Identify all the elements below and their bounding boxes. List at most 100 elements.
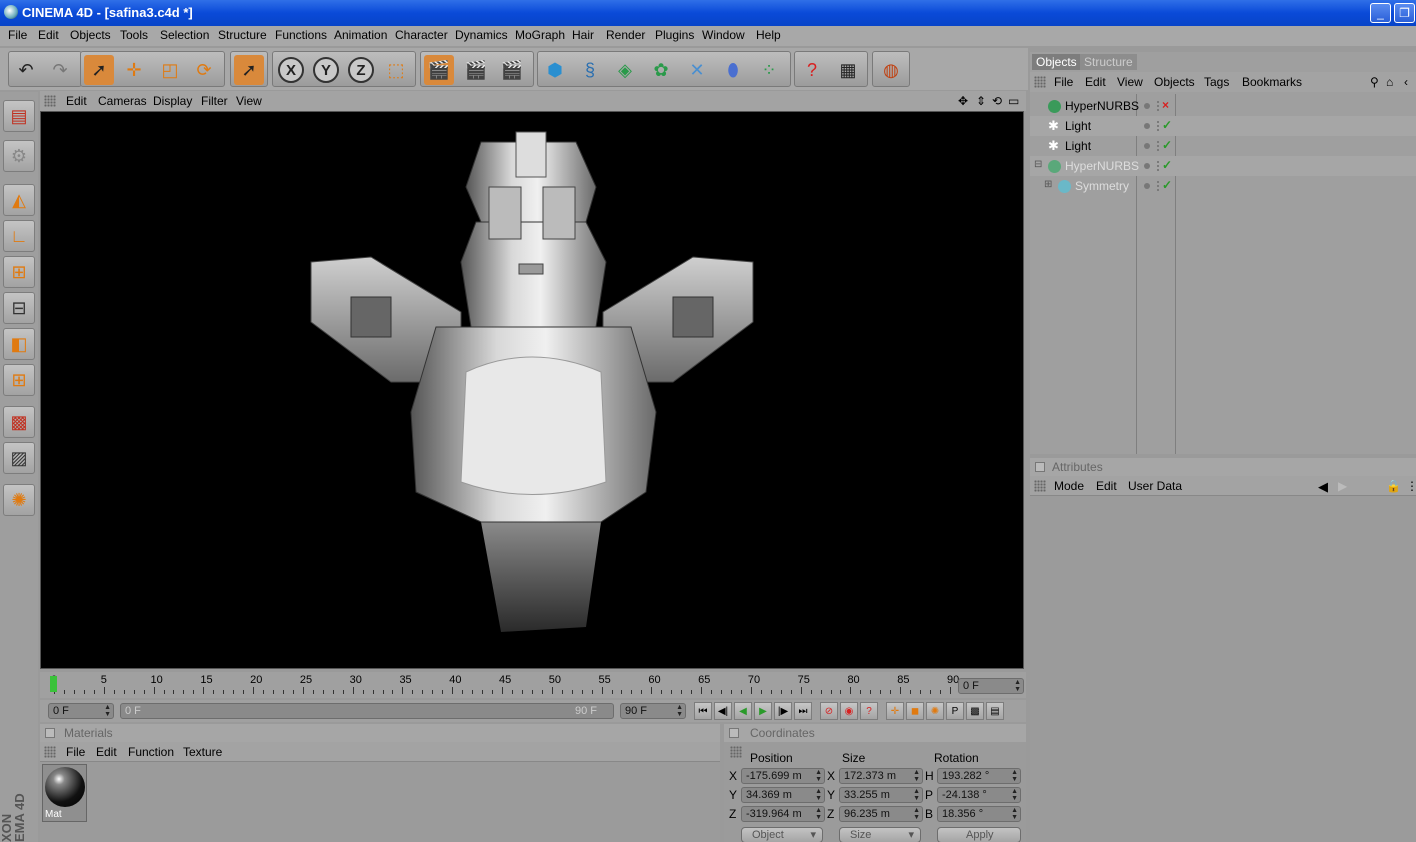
viewport-menu-display[interactable]: Display (153, 94, 192, 108)
tree-row[interactable]: ⊟ HyperNURBS ✓ (1030, 156, 1416, 176)
autokey-icon[interactable]: ◉ (840, 702, 858, 720)
render-view-icon[interactable]: 🎬 (424, 55, 454, 85)
cube-primitive-icon[interactable]: ⬢ (540, 55, 570, 85)
tab-objects[interactable]: Objects (1032, 54, 1081, 70)
materials-menu-texture[interactable]: Texture (183, 745, 222, 759)
apply-button[interactable]: Apply (937, 827, 1021, 842)
grip-icon[interactable] (730, 746, 742, 758)
range-end-field[interactable]: 90 F ▲ ▼ (620, 703, 686, 719)
key-scale-icon[interactable]: ◼ (906, 702, 924, 720)
panel-checkbox[interactable] (45, 728, 55, 738)
materials-menu-file[interactable]: File (66, 745, 85, 759)
attributes-menu-mode[interactable]: Mode (1054, 479, 1084, 493)
viewport-menu-edit[interactable]: Edit (66, 94, 87, 108)
menu-structure[interactable]: Structure (218, 28, 267, 42)
grip-icon[interactable] (44, 95, 56, 107)
visibility-dot[interactable] (1144, 163, 1150, 169)
layout-icon[interactable]: ▤ (3, 100, 35, 132)
edges-mode-icon[interactable]: ⊟ (3, 292, 35, 324)
menu-objects[interactable]: Objects (70, 28, 111, 42)
lock-x-icon[interactable]: X (276, 55, 306, 85)
tree-row[interactable]: ✱ Light ✓ (1030, 116, 1416, 136)
menu-mograph[interactable]: MoGraph (515, 28, 565, 42)
menu-plugins[interactable]: Plugins (655, 28, 694, 42)
key-position-icon[interactable]: ✛ (886, 702, 904, 720)
help-icon[interactable]: ? (797, 55, 827, 85)
menu-window[interactable]: Window (702, 28, 745, 42)
grip-icon[interactable] (1034, 76, 1046, 88)
forward-arrow-icon[interactable]: ▶ (1338, 479, 1347, 493)
step-back-icon[interactable]: ◀| (714, 702, 732, 720)
record-icon[interactable]: ⊘ (820, 702, 838, 720)
viewport-maximize-icon[interactable]: ▭ (1008, 94, 1019, 108)
menu-selection[interactable]: Selection (160, 28, 209, 42)
step-forward-icon[interactable]: |▶ (774, 702, 792, 720)
key-param-icon[interactable]: P (946, 702, 964, 720)
rotate-icon[interactable]: ⟳ (189, 55, 219, 85)
scene-icon[interactable]: ⬮ (718, 55, 748, 85)
tree-row[interactable]: ✱ Light ✓ (1030, 136, 1416, 156)
render-dots[interactable] (1156, 100, 1160, 112)
keyframe-help-icon[interactable]: ? (860, 702, 878, 720)
objects-menu-objects[interactable]: Objects (1154, 75, 1195, 89)
lock-icon[interactable]: 🔒 (1386, 479, 1401, 493)
polygons-mode-icon[interactable]: ◧ (3, 328, 35, 360)
restore-button[interactable]: ❐ (1394, 3, 1415, 23)
goto-end-icon[interactable]: ⏭ (794, 702, 812, 720)
checker-icon[interactable]: ▩ (3, 406, 35, 438)
render-dots[interactable] (1156, 140, 1160, 152)
objects-menu-bookmarks[interactable]: Bookmarks (1242, 75, 1302, 89)
tab-structure[interactable]: Structure (1080, 54, 1137, 70)
visibility-dot[interactable] (1144, 123, 1150, 129)
rotation-p-field[interactable]: -24.138 ° ▲ ▼ (937, 787, 1021, 803)
render-settings-icon[interactable]: 🎬 (497, 55, 527, 85)
objects-menu-edit[interactable]: Edit (1085, 75, 1106, 89)
enabled-check-icon[interactable]: ✓ (1162, 178, 1172, 192)
3d-viewport[interactable] (40, 111, 1024, 669)
menu-animation[interactable]: Animation (334, 28, 387, 42)
position-x-field[interactable]: -175.699 m ▲ ▼ (741, 768, 825, 784)
scale-icon[interactable]: ◰ (155, 55, 185, 85)
deformer-icon[interactable]: ✕ (682, 55, 712, 85)
lock-y-icon[interactable]: Y (311, 55, 341, 85)
render-picture-viewer-icon[interactable]: 🎬 (461, 55, 491, 85)
range-slider[interactable]: 0 F 90 F (120, 703, 614, 719)
minimize-button[interactable]: _ (1370, 3, 1391, 23)
visibility-dot[interactable] (1144, 103, 1150, 109)
rotation-b-field[interactable]: 18.356 ° ▲ ▼ (937, 806, 1021, 822)
materials-menu-edit[interactable]: Edit (96, 745, 117, 759)
search-icon[interactable]: ⚲ (1370, 75, 1379, 89)
redo-icon[interactable]: ↷ (45, 55, 75, 85)
objects-menu-file[interactable]: File (1054, 75, 1073, 89)
undo-icon[interactable]: ↶ (11, 55, 41, 85)
model-mode-icon[interactable]: ◭ (3, 184, 35, 216)
objects-menu-view[interactable]: View (1117, 75, 1143, 89)
visibility-dot[interactable] (1144, 183, 1150, 189)
menu-tools[interactable]: Tools (120, 28, 148, 42)
sculpt-icon[interactable]: ✺ (3, 484, 35, 516)
menu-character[interactable]: Character (395, 28, 448, 42)
object-mode-dropdown[interactable]: Object ▾ (741, 827, 823, 842)
size-mode-dropdown[interactable]: Size ▾ (839, 827, 921, 842)
viewport-rotate-icon[interactable]: ⟲ (992, 94, 1002, 108)
menu-file[interactable]: File (8, 28, 27, 42)
table-icon[interactable]: ▦ (833, 55, 863, 85)
tree-row[interactable]: ⊞ Symmetry ✓ (1030, 176, 1416, 196)
visibility-dot[interactable] (1144, 143, 1150, 149)
attributes-menu-edit[interactable]: Edit (1096, 479, 1117, 493)
render-dots[interactable] (1156, 160, 1160, 172)
live-select-icon[interactable]: ➚ (234, 55, 264, 85)
size-x-field[interactable]: 172.373 m ▲ ▼ (839, 768, 923, 784)
timeline-settings-icon[interactable]: ▤ (986, 702, 1004, 720)
play-backward-icon[interactable]: ◀ (734, 702, 752, 720)
viewport-menu-view[interactable]: View (236, 94, 262, 108)
nurbs-icon[interactable]: ◈ (610, 55, 640, 85)
move-icon[interactable]: ✛ (119, 55, 149, 85)
enabled-check-icon[interactable]: ✓ (1162, 158, 1172, 172)
viewport-zoom-icon[interactable]: ⇕ (976, 94, 986, 108)
menu-render[interactable]: Render (606, 28, 645, 42)
select-arrow-icon[interactable]: ➚ (84, 55, 114, 85)
world-coords-icon[interactable]: ⬚ (381, 55, 411, 85)
current-frame-field[interactable]: 0 F ▲ ▼ (958, 678, 1024, 694)
panel-checkbox[interactable] (1035, 462, 1045, 472)
